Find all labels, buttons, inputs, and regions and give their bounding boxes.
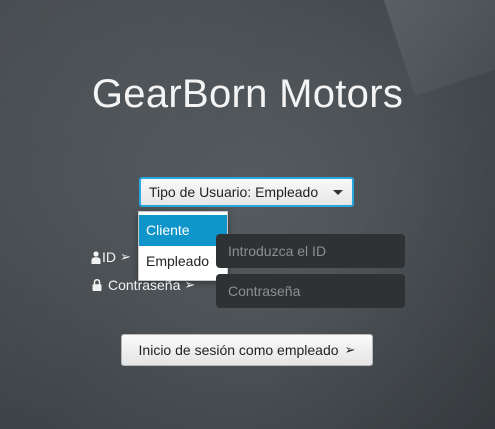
user-type-option-empleado[interactable]: Empleado [139, 246, 227, 277]
login-button[interactable]: Inicio de sesión como empleado ➢ [121, 334, 373, 366]
arrow-right-icon: ➢ [120, 249, 131, 264]
id-label: ID ➢ [91, 249, 131, 265]
user-type-option-cliente[interactable]: Cliente [139, 215, 227, 246]
id-label-text: ID [102, 249, 116, 265]
user-type-select-label: Tipo de Usuario: Empleado [149, 184, 319, 200]
password-label: Contraseña ➢ [92, 277, 195, 293]
arrow-right-icon: ➢ [344, 342, 356, 357]
caret-down-icon [333, 190, 343, 195]
arrow-right-icon: ➢ [184, 277, 196, 292]
password-label-text: Contraseña [108, 277, 181, 293]
app-title: GearBorn Motors [91, 72, 404, 116]
id-input[interactable] [216, 234, 405, 268]
user-type-dropdown-menu: Cliente Empleado [138, 211, 228, 281]
login-button-label: Inicio de sesión como empleado [138, 342, 339, 358]
user-type-select[interactable]: Tipo de Usuario: Empleado [139, 177, 354, 207]
lock-icon [92, 279, 102, 291]
password-input[interactable] [216, 274, 405, 308]
person-icon [91, 250, 101, 264]
